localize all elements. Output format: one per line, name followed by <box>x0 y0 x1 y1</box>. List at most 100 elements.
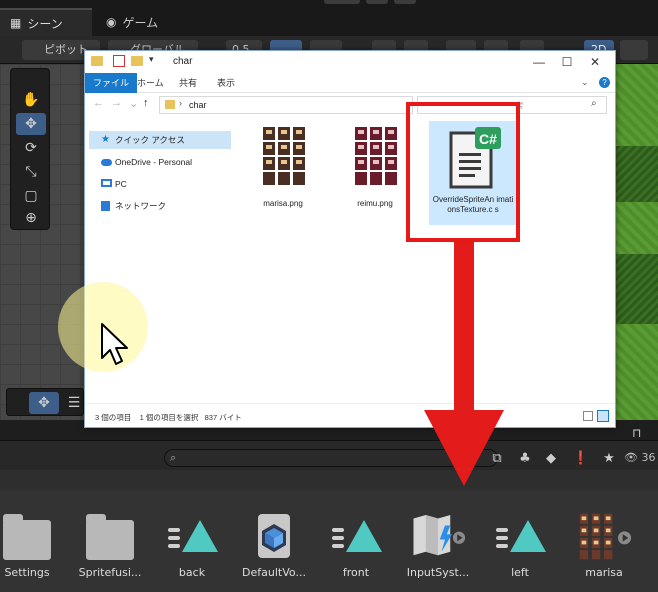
file-name: reimu.png <box>357 199 393 208</box>
asset-label: InputSyst... <box>406 566 470 579</box>
status-selected: 1 個の項目を選択 <box>139 413 199 422</box>
move-tool-icon[interactable]: ✥ <box>29 392 59 414</box>
recent-dropdown-icon[interactable]: ⌄ <box>129 97 138 110</box>
asset-item[interactable]: marisa <box>562 500 646 590</box>
asset-item[interactable]: back <box>150 500 234 590</box>
transform-tool-icon[interactable]: ⊕ <box>16 207 46 229</box>
chevron-down-icon[interactable]: ⌄ <box>581 77 589 88</box>
hand-tool-icon[interactable]: ✋ <box>16 89 46 111</box>
move-tool-icon[interactable]: ✥ <box>16 113 46 135</box>
explorer-titlebar[interactable]: ▾ char — ☐ ✕ <box>85 51 615 73</box>
maximize-button[interactable]: ☐ <box>553 51 581 73</box>
up-arrow-icon[interactable]: ↑ <box>143 97 149 109</box>
hidden-packages-count[interactable]: 👁 36 <box>624 451 655 464</box>
sprite-sheet-thumbnail <box>355 127 397 185</box>
asset-label: front <box>342 566 370 579</box>
asset-label: marisa <box>585 566 623 579</box>
chevron-right-icon: › <box>179 98 182 108</box>
play-button[interactable] <box>324 0 360 4</box>
mouse-cursor-icon <box>101 323 128 365</box>
tilemap-hedge <box>610 146 658 202</box>
volume-profile-icon <box>246 508 302 564</box>
nav-network[interactable]: ネットワーク <box>89 197 231 215</box>
animation-clip-icon <box>328 508 384 564</box>
asset-label: DefaultVo... <box>242 566 306 579</box>
tool-palette: ✋ ✥ ⟳ ⤡ ▢ ⊕ <box>10 68 50 230</box>
favorite-icon[interactable]: ★ <box>600 450 618 466</box>
file-explorer-window: ▾ char — ☐ ✕ ファイル ホーム 共有 表示 ⌄ ? ← → ⌄ ↑ … <box>84 50 616 428</box>
sprite-sheet-thumbnail <box>263 127 305 185</box>
status-text: 3 個の項目 1 個の項目を選択 837 バイト <box>95 412 242 423</box>
file-item[interactable]: marisa.png <box>245 121 321 231</box>
file-item[interactable]: reimu.png <box>337 121 413 231</box>
nav-label: クイック アクセス <box>115 135 185 145</box>
nav-label: PC <box>115 179 127 189</box>
drag-arrow-head <box>424 410 504 486</box>
pause-button[interactable] <box>366 0 388 4</box>
tilemap-hedge <box>610 254 658 324</box>
asset-item[interactable]: DefaultVo... <box>232 500 316 590</box>
tab-game-label: ゲーム <box>122 15 159 30</box>
tab-scene[interactable]: ▦ シーン <box>0 8 92 36</box>
nav-onedrive[interactable]: OneDrive - Personal <box>89 153 231 171</box>
help-icon[interactable]: ? <box>599 77 610 88</box>
back-arrow-icon[interactable]: ← <box>93 97 104 109</box>
nav-pc[interactable]: PC <box>89 175 231 193</box>
input-actions-icon <box>410 508 466 564</box>
tab-view[interactable]: 表示 <box>209 73 243 93</box>
minimize-button[interactable]: — <box>525 51 553 73</box>
asset-item[interactable]: Settings <box>0 500 69 590</box>
nav-label: ネットワーク <box>115 201 167 211</box>
properties-icon[interactable] <box>113 55 125 67</box>
details-view-icon[interactable] <box>583 411 593 421</box>
asset-item[interactable]: Spritefusi... <box>68 500 152 590</box>
window-title: char <box>173 56 193 67</box>
sprite-sheet-icon <box>576 508 632 564</box>
close-button[interactable]: ✕ <box>581 51 609 73</box>
filter-by-type-icon[interactable]: ♣ <box>516 450 534 466</box>
tab-game[interactable]: ◉ ゲーム <box>96 8 186 36</box>
step-button[interactable] <box>394 0 416 4</box>
asset-label: Spritefusi... <box>78 566 142 579</box>
asset-item[interactable]: left <box>478 500 562 590</box>
computer-icon <box>101 179 112 187</box>
rect-tool-icon[interactable]: ▢ <box>16 185 46 207</box>
nav-quick-access[interactable]: ★ クイック アクセス <box>89 131 231 149</box>
tab-home[interactable]: ホーム <box>129 73 172 93</box>
new-folder-icon[interactable] <box>131 56 143 66</box>
lock-icon[interactable]: ⊓ <box>632 426 641 440</box>
star-icon: ★ <box>101 134 110 145</box>
warning-icon[interactable]: ❗ <box>572 450 590 466</box>
quick-access-dropdown-icon[interactable]: ▾ <box>149 54 154 65</box>
tab-scene-label: シーン <box>27 16 63 31</box>
audio-toggle[interactable] <box>620 40 648 60</box>
asset-label: left <box>511 566 529 579</box>
status-item-count: 3 個の項目 <box>95 413 132 422</box>
highlight-box <box>406 102 520 242</box>
cloud-icon <box>101 159 112 166</box>
scale-tool-icon[interactable]: ⤡ <box>16 161 46 183</box>
hidden-count-value: 36 <box>641 451 656 464</box>
animation-clip-icon <box>492 508 548 564</box>
folder-icon <box>82 508 138 564</box>
drag-arrow-shaft <box>454 242 474 414</box>
label-icon[interactable]: ◆ <box>542 450 560 466</box>
scene-overlay-toolbar: ✥ ☰ <box>6 388 84 416</box>
animation-clip-icon <box>164 508 220 564</box>
grid-icon: ▦ <box>10 16 22 30</box>
asset-label: back <box>178 566 206 579</box>
asset-item[interactable]: front <box>314 500 398 590</box>
status-bar: 3 個の項目 1 個の項目を選択 837 バイト <box>85 403 615 427</box>
forward-arrow-icon[interactable]: → <box>111 97 122 109</box>
folder-icon <box>0 508 55 564</box>
tab-share[interactable]: 共有 <box>171 73 205 93</box>
nav-label: OneDrive - Personal <box>115 157 193 167</box>
ribbon-tabs: ファイル ホーム 共有 表示 ⌄ ? <box>85 73 615 93</box>
folder-icon <box>165 100 175 109</box>
search-icon: ⌕ <box>591 98 597 109</box>
project-breadcrumb-bar <box>0 470 658 490</box>
address-path: char <box>189 100 207 110</box>
large-icons-view-icon[interactable] <box>597 410 609 422</box>
asset-item[interactable]: InputSyst... <box>396 500 480 590</box>
rotate-tool-icon[interactable]: ⟳ <box>16 137 46 159</box>
